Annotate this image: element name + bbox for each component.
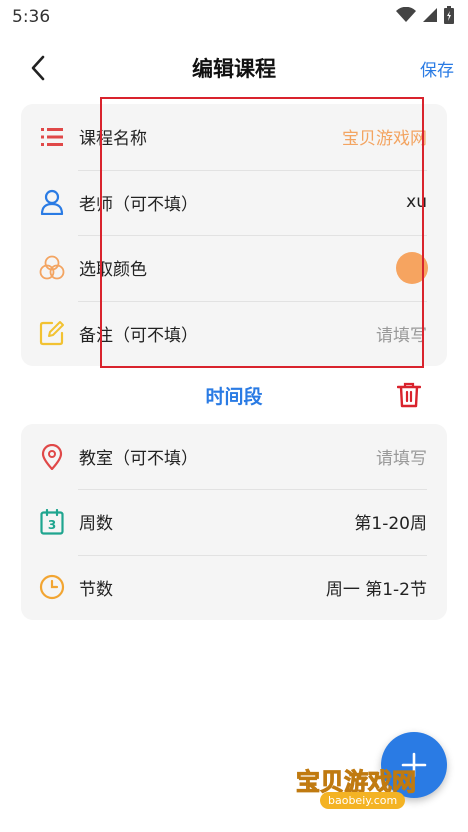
note-label: 备注（可不填） [79, 325, 198, 346]
color-row[interactable]: 选取颜色 [21, 235, 447, 301]
status-bar: 5:36 [0, 0, 468, 34]
signal-icon [422, 7, 438, 28]
location-pin-icon [39, 443, 65, 470]
back-arrow-icon [31, 55, 45, 81]
teacher-label: 老师（可不填） [79, 194, 198, 215]
weeks-value[interactable]: 第1-20周 [354, 509, 427, 534]
watermark-url: baobeiy.com [320, 792, 406, 809]
person-icon [39, 189, 65, 216]
clock-icon [39, 574, 65, 600]
page-title: 编辑课程 [192, 57, 276, 81]
note-input[interactable]: 请填写 [376, 321, 427, 346]
save-button[interactable]: 保存 [420, 56, 454, 81]
teacher-row[interactable]: 老师（可不填） xu [21, 169, 447, 236]
time-section-header: 时间段 [0, 376, 468, 414]
trash-icon [397, 382, 421, 408]
list-icon [39, 124, 65, 150]
status-time: 5:36 [12, 7, 51, 27]
calendar-icon: 3 [39, 508, 65, 535]
course-info-card: 课程名称 宝贝游戏网 老师（可不填） xu 选取颜色 备注（可不填） 请填写 [21, 104, 447, 366]
teacher-value[interactable]: xu [406, 192, 427, 212]
svg-text:3: 3 [48, 518, 56, 532]
periods-label: 节数 [79, 579, 113, 600]
edit-icon [39, 320, 65, 346]
add-button[interactable] [381, 732, 447, 798]
back-button[interactable] [20, 50, 56, 86]
classroom-label: 教室（可不填） [79, 449, 198, 470]
color-swatch[interactable] [396, 252, 428, 284]
periods-value[interactable]: 周一 第1-2节 [326, 575, 427, 600]
wifi-icon [396, 6, 416, 28]
course-name-value[interactable]: 宝贝游戏网 [342, 124, 427, 149]
classroom-row[interactable]: 教室（可不填） 请填写 [21, 424, 447, 489]
plus-icon [401, 752, 427, 778]
delete-button[interactable] [394, 380, 424, 410]
weeks-label: 周数 [79, 514, 113, 535]
battery-icon [444, 5, 454, 29]
classroom-input[interactable]: 请填写 [376, 444, 427, 469]
periods-row[interactable]: 节数 周一 第1-2节 [21, 554, 447, 620]
status-icons [396, 5, 454, 29]
time-section-title: 时间段 [205, 385, 263, 408]
color-palette-icon [39, 255, 65, 281]
note-row[interactable]: 备注（可不填） 请填写 [21, 300, 447, 367]
time-card: 教室（可不填） 请填写 3 周数 第1-20周 节数 周一 第1-2节 [21, 424, 447, 620]
top-app-bar: 编辑课程 保存 [0, 40, 468, 96]
color-label: 选取颜色 [79, 260, 147, 281]
weeks-row[interactable]: 3 周数 第1-20周 [21, 489, 447, 554]
course-name-label: 课程名称 [79, 129, 147, 150]
course-name-row[interactable]: 课程名称 宝贝游戏网 [21, 104, 447, 170]
